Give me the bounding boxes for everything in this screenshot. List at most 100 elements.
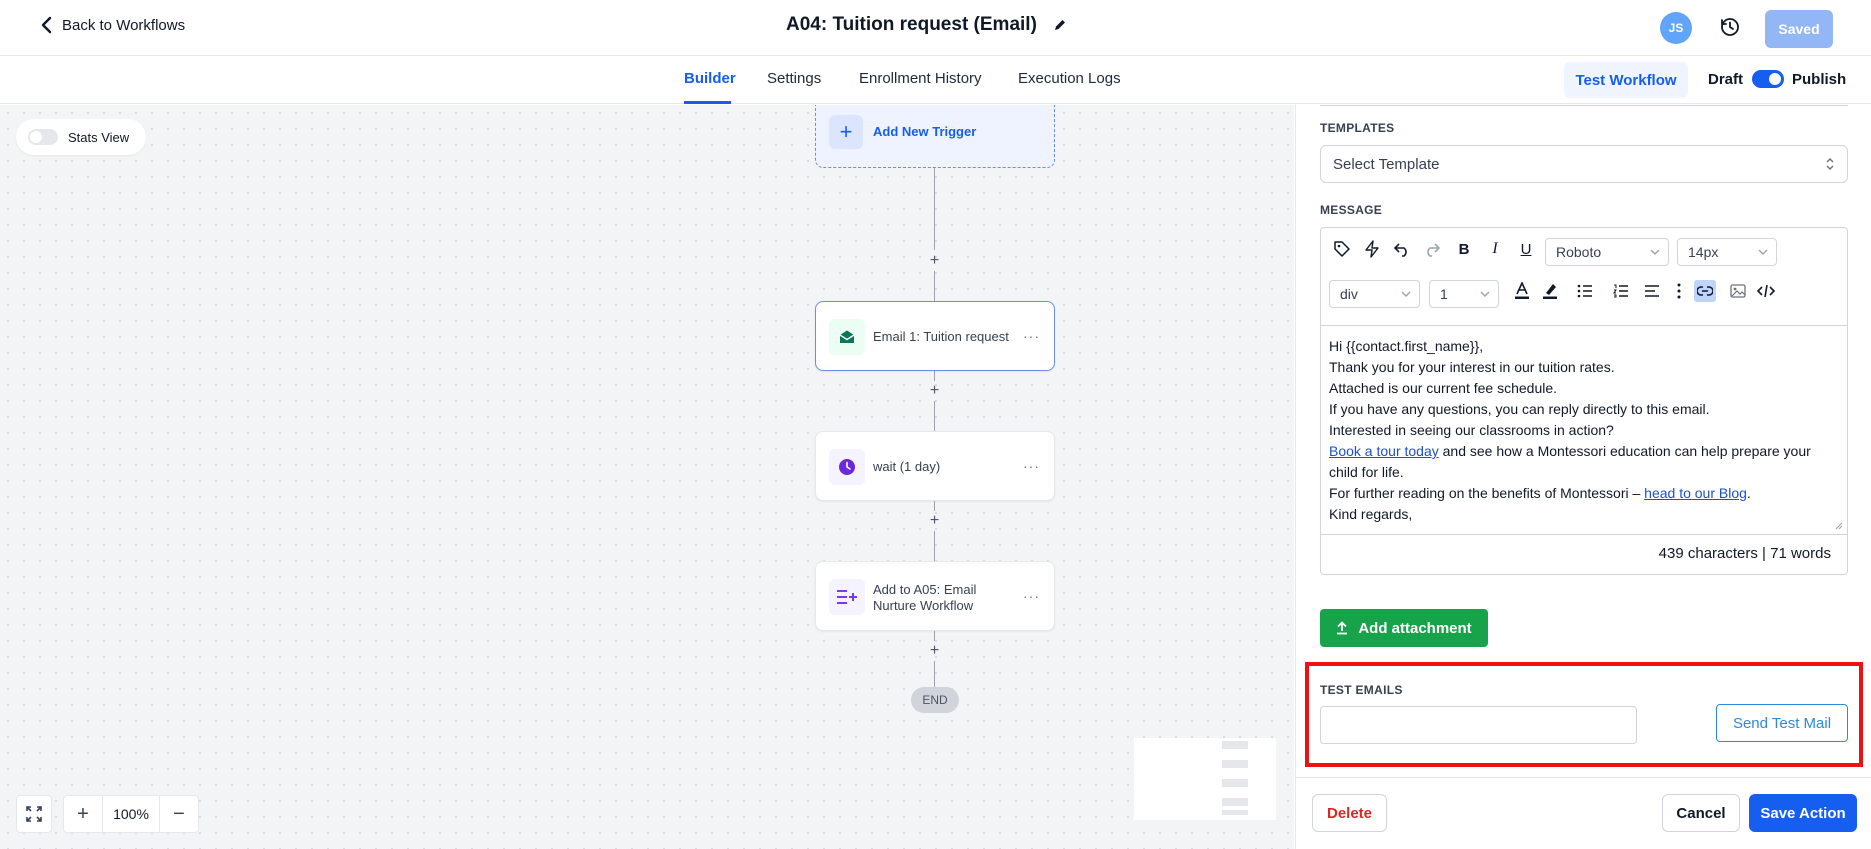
message-text: For further reading on the benefits of M…	[1329, 485, 1645, 501]
bullet-list-icon[interactable]	[1574, 280, 1596, 302]
underline-icon[interactable]: U	[1515, 238, 1537, 260]
zoom-in-button[interactable]: +	[64, 796, 102, 832]
blog-link[interactable]: head to our Blog	[1644, 485, 1747, 501]
block-type-value: div	[1340, 286, 1358, 302]
connector-line	[934, 401, 935, 431]
more-options-icon[interactable]: ···	[1023, 458, 1040, 474]
message-text: .	[1746, 485, 1751, 501]
panel-divider	[1320, 105, 1848, 106]
tab-builder[interactable]: Builder	[684, 70, 736, 87]
editor-toolbar-row-1: B I U Roboto 14px	[1321, 228, 1847, 268]
workflow-node-add-to-workflow[interactable]: Add to A05: Email Nurture Workflow ···	[815, 561, 1055, 631]
add-step-plus-icon[interactable]: +	[926, 512, 943, 529]
chevron-down-icon	[1480, 290, 1490, 298]
workflow-title-group: A04: Tuition request (Email)	[786, 14, 1067, 36]
cancel-button[interactable]: Cancel	[1662, 794, 1740, 832]
block-type-select[interactable]: div	[1329, 280, 1420, 308]
pencil-edit-icon[interactable]	[1053, 18, 1067, 32]
node-label: Add to A05: Email Nurture Workflow	[873, 582, 977, 613]
message-body[interactable]: Hi {{contact.first_name}}, Thank you for…	[1321, 325, 1847, 535]
zoom-level: 100%	[102, 796, 160, 832]
font-family-select[interactable]: Roboto	[1545, 238, 1669, 266]
template-select-value: Select Template	[1333, 155, 1440, 173]
more-vertical-icon[interactable]	[1668, 280, 1690, 302]
tag-icon[interactable]	[1331, 238, 1353, 260]
character-word-count: 439 characters | 71 words	[1658, 545, 1831, 562]
saved-button[interactable]: Saved	[1765, 10, 1833, 48]
back-to-workflows-link[interactable]: Back to Workflows	[40, 16, 185, 34]
clock-icon	[829, 449, 865, 485]
connector-line	[934, 531, 935, 561]
line-height-select[interactable]: 1	[1429, 280, 1499, 308]
zoom-out-button[interactable]: −	[160, 796, 198, 832]
chevron-left-icon	[40, 16, 52, 34]
test-emails-label: TEST EMAILS	[1320, 683, 1403, 697]
redo-icon[interactable]	[1421, 238, 1443, 260]
connector-line	[934, 631, 935, 641]
minimap-node	[1222, 798, 1248, 806]
add-new-trigger-node[interactable]: + Add New Trigger	[815, 105, 1055, 168]
connector-line	[934, 271, 935, 301]
lightning-icon[interactable]	[1361, 238, 1383, 260]
message-line: If you have any questions, you can reply…	[1329, 401, 1710, 417]
tab-settings[interactable]: Settings	[767, 70, 821, 87]
editor-toolbar-row-2: div 1	[1321, 270, 1847, 310]
publish-toggle[interactable]	[1752, 70, 1784, 88]
text-color-icon[interactable]	[1511, 280, 1533, 302]
email-icon	[829, 319, 865, 355]
message-line: Thank you for your interest in our tuiti…	[1329, 359, 1615, 375]
book-tour-link[interactable]: Book a tour today	[1329, 443, 1439, 459]
code-view-icon[interactable]	[1755, 280, 1777, 302]
image-icon[interactable]	[1727, 280, 1749, 302]
delete-button[interactable]: Delete	[1312, 794, 1387, 832]
template-select[interactable]: Select Template	[1320, 145, 1848, 183]
upload-icon	[1336, 621, 1348, 635]
fit-to-screen-button[interactable]	[16, 795, 52, 833]
tab-enrollment-history[interactable]: Enrollment History	[859, 70, 982, 87]
workflow-node-email[interactable]: Email 1: Tuition request ···	[815, 301, 1055, 371]
minimap[interactable]	[1134, 738, 1276, 820]
message-line: Attached is our current fee schedule.	[1329, 380, 1558, 396]
stats-view-switch[interactable]	[28, 129, 58, 145]
minimap-node	[1222, 810, 1248, 815]
top-header: Back to Workflows A04: Tuition request (…	[0, 0, 1871, 56]
line-height-value: 1	[1440, 286, 1448, 302]
more-options-icon[interactable]: ···	[1023, 328, 1040, 344]
back-label: Back to Workflows	[62, 16, 186, 34]
send-test-mail-button[interactable]: Send Test Mail	[1716, 704, 1848, 742]
connector-line	[934, 501, 935, 511]
align-left-icon[interactable]	[1641, 280, 1663, 302]
connector-line	[934, 661, 935, 687]
more-options-icon[interactable]: ···	[1023, 588, 1040, 604]
undo-icon[interactable]	[1391, 238, 1413, 260]
stats-view-toggle[interactable]: Stats View	[16, 119, 146, 155]
node-label: Email 1: Tuition request	[873, 329, 1009, 344]
font-size-select[interactable]: 14px	[1677, 238, 1777, 266]
user-avatar[interactable]: JS	[1660, 12, 1692, 44]
numbered-list-icon[interactable]	[1610, 280, 1632, 302]
add-step-plus-icon[interactable]: +	[926, 382, 943, 399]
test-workflow-button[interactable]: Test Workflow	[1564, 62, 1688, 98]
add-attachment-button[interactable]: Add attachment	[1320, 609, 1488, 647]
link-icon[interactable]	[1694, 280, 1716, 302]
save-action-button[interactable]: Save Action	[1749, 794, 1857, 832]
resize-handle-icon[interactable]	[1835, 522, 1843, 530]
italic-icon[interactable]: I	[1484, 238, 1506, 260]
message-line: Kind regards,	[1329, 506, 1413, 522]
bold-icon[interactable]: B	[1453, 238, 1475, 260]
add-step-plus-icon[interactable]: +	[926, 642, 943, 659]
message-editor: B I U Roboto 14px div 1 Hi {{contact.fir…	[1320, 227, 1848, 575]
workflow-canvas[interactable]: Stats View + Add New Trigger + Email 1: …	[0, 105, 1294, 849]
connector-line	[934, 168, 935, 250]
workflow-node-wait[interactable]: wait (1 day) ···	[815, 431, 1055, 501]
highlight-icon[interactable]	[1539, 280, 1561, 302]
test-emails-input[interactable]	[1320, 706, 1637, 744]
tab-execution-logs[interactable]: Execution Logs	[1018, 70, 1121, 87]
plus-icon: +	[829, 115, 863, 149]
chevron-down-icon	[1758, 248, 1768, 256]
publish-label: Publish	[1792, 71, 1847, 88]
add-step-plus-icon[interactable]: +	[926, 252, 943, 269]
history-icon[interactable]	[1719, 16, 1741, 38]
message-line: Interested in seeing our classrooms in a…	[1329, 422, 1614, 438]
stats-view-label: Stats View	[68, 129, 130, 145]
